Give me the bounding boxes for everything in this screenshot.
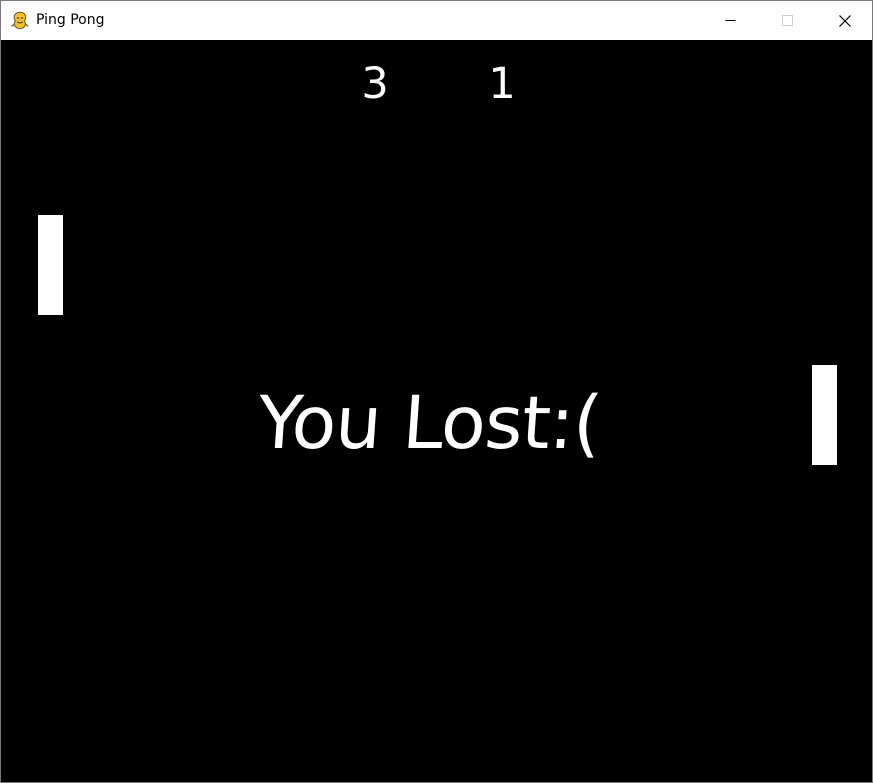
close-button[interactable] [822, 1, 868, 40]
game-over-message: You Lost:( [254, 381, 604, 466]
maximize-button[interactable] [764, 1, 810, 40]
right-paddle [812, 365, 837, 465]
left-paddle [38, 215, 63, 315]
minimize-icon [725, 15, 736, 26]
pygame-snake-icon [11, 11, 29, 30]
game-canvas[interactable]: 3 1 You Lost:( [1, 40, 872, 782]
maximize-icon [781, 15, 793, 26]
close-icon [839, 14, 851, 27]
minimize-button[interactable] [707, 1, 753, 40]
window-title: Ping Pong [36, 12, 105, 28]
ping-pong-window: Ping Pong 3 1 You Lost:( [0, 0, 873, 783]
right-score: 1 [488, 59, 516, 109]
title-bar[interactable]: Ping Pong [1, 1, 872, 40]
left-score: 3 [361, 59, 389, 109]
